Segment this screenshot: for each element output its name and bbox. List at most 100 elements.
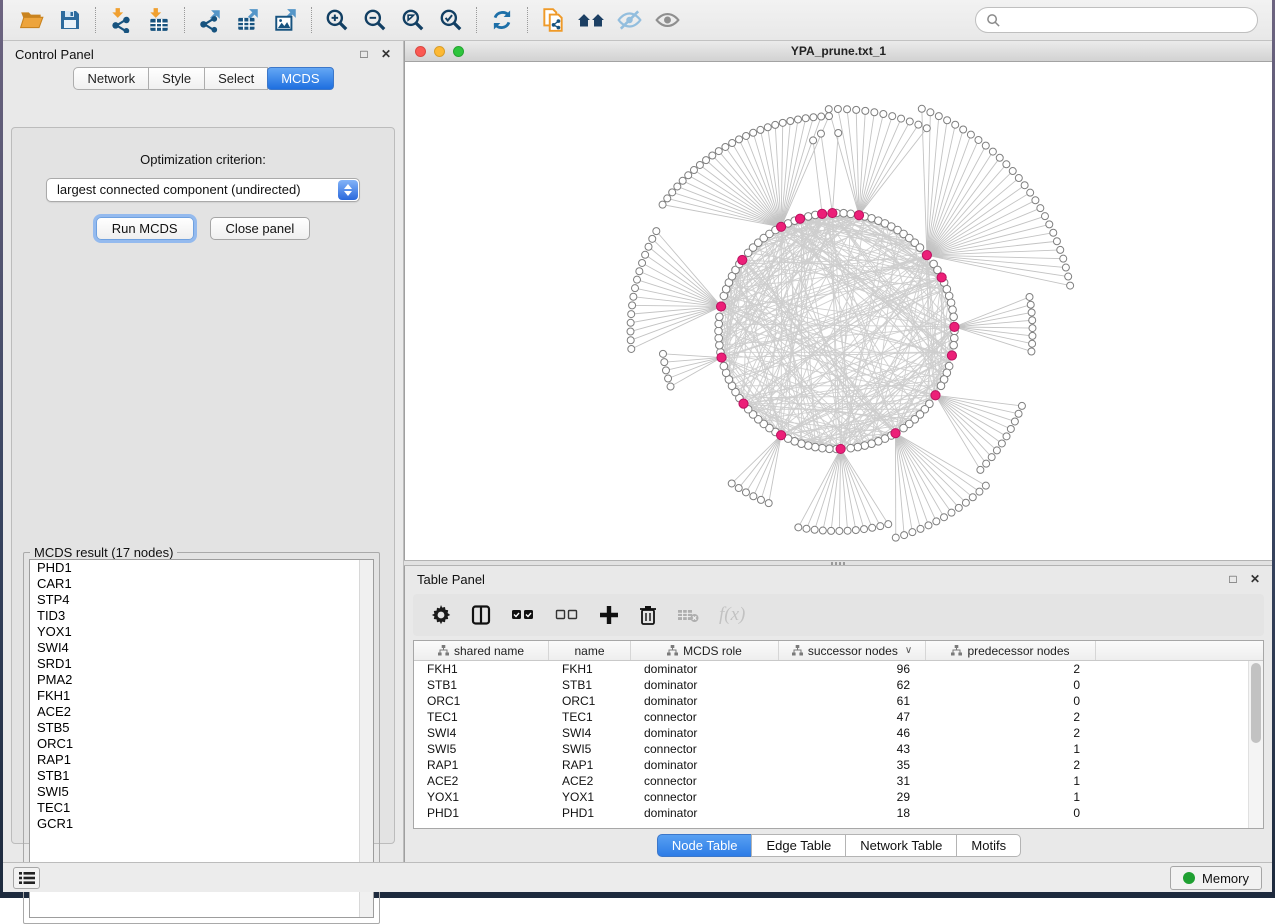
mcds-result-item[interactable]: TID3 — [30, 608, 373, 624]
function-builder-button[interactable]: f(x) — [719, 602, 745, 628]
table-row[interactable]: STB1STB1dominator620 — [414, 677, 1263, 693]
close-table-panel-icon[interactable]: ✕ — [1248, 572, 1262, 586]
tab-network[interactable]: Network — [73, 67, 149, 90]
table-scrollbar[interactable] — [1248, 661, 1263, 828]
delete-table-icon — [677, 605, 699, 625]
table-scrollbar-thumb[interactable] — [1251, 663, 1261, 743]
export-table-button[interactable] — [229, 4, 267, 36]
table-row[interactable]: YOX1YOX1connector291 — [414, 789, 1263, 805]
save-session-button[interactable] — [51, 4, 89, 36]
mcds-result-item[interactable]: GCR1 — [30, 816, 373, 832]
memory-button[interactable]: Memory — [1170, 866, 1262, 890]
settings-gear-button[interactable] — [431, 602, 451, 628]
criterion-select[interactable]: largest connected component (undirected) — [46, 178, 360, 202]
network-canvas[interactable] — [405, 62, 1272, 560]
mcds-tab-content: Optimization criterion: largest connecte… — [11, 127, 395, 844]
mcds-result-item[interactable]: TEC1 — [30, 800, 373, 816]
zoom-out-button[interactable] — [356, 4, 394, 36]
tab-node-table[interactable]: Node Table — [657, 834, 753, 857]
add-column-button[interactable] — [599, 602, 619, 628]
open-file-button[interactable] — [13, 4, 51, 36]
mcds-result-item[interactable]: PMA2 — [30, 672, 373, 688]
column-header-name[interactable]: name — [549, 641, 631, 660]
cell-successor-nodes: 29 — [779, 789, 926, 805]
search-input[interactable] — [1007, 13, 1247, 28]
export-network-button[interactable] — [191, 4, 229, 36]
close-panel-icon[interactable]: ✕ — [379, 47, 393, 61]
duplicate-network-button[interactable] — [534, 4, 572, 36]
mcds-result-item[interactable]: FKH1 — [30, 688, 373, 704]
mcds-result-item[interactable]: SWI4 — [30, 640, 373, 656]
show-all-button[interactable] — [648, 4, 686, 36]
table-row[interactable]: FKH1FKH1dominator962 — [414, 661, 1263, 677]
tab-style[interactable]: Style — [148, 67, 205, 90]
hide-selected-button[interactable] — [610, 4, 648, 36]
zoom-fit-button[interactable] — [394, 4, 432, 36]
table-row[interactable]: TEC1TEC1connector472 — [414, 709, 1263, 725]
table-row[interactable]: SWI5SWI5connector431 — [414, 741, 1263, 757]
table-row[interactable]: ORC1ORC1dominator610 — [414, 693, 1263, 709]
zoom-selected-button[interactable] — [432, 4, 470, 36]
table-row[interactable]: PHD1PHD1dominator180 — [414, 805, 1263, 821]
cell-MCDS-role: dominator — [631, 661, 779, 677]
mcds-result-item[interactable]: CAR1 — [30, 576, 373, 592]
tab-edge-table[interactable]: Edge Table — [751, 834, 846, 857]
column-header-predecessor-nodes[interactable]: predecessor nodes — [926, 641, 1096, 660]
close-window-icon[interactable] — [415, 46, 426, 57]
mcds-result-item[interactable]: STP4 — [30, 592, 373, 608]
minimize-window-icon[interactable] — [434, 46, 445, 57]
mcds-result-item[interactable]: SRD1 — [30, 656, 373, 672]
show-columns-button[interactable] — [471, 602, 491, 628]
import-table-button[interactable] — [140, 4, 178, 36]
tab-motifs[interactable]: Motifs — [956, 834, 1021, 857]
maximize-window-icon[interactable] — [453, 46, 464, 57]
select-all-button[interactable] — [511, 602, 535, 628]
refresh-view-button[interactable] — [483, 4, 521, 36]
mcds-result-item[interactable]: RAP1 — [30, 752, 373, 768]
column-type-icon — [951, 645, 962, 656]
column-header-successor-nodes[interactable]: successor nodes∨ — [779, 641, 926, 660]
float-panel-icon[interactable]: □ — [357, 47, 371, 61]
deselect-all-button[interactable] — [555, 602, 579, 628]
table-tabs: Node TableEdge TableNetwork TableMotifs — [405, 829, 1272, 861]
column-header-MCDS-role[interactable]: MCDS role — [631, 641, 779, 660]
cell-MCDS-role: connector — [631, 709, 779, 725]
mcds-result-item[interactable]: SWI5 — [30, 784, 373, 800]
delete-column-button[interactable] — [639, 602, 657, 628]
mcds-result-item[interactable]: ACE2 — [30, 704, 373, 720]
tab-network-table[interactable]: Network Table — [845, 834, 957, 857]
cell-successor-nodes: 43 — [779, 741, 926, 757]
delete-table-button[interactable] — [677, 602, 699, 628]
column-type-icon — [667, 645, 678, 656]
table-row[interactable]: SWI4SWI4dominator462 — [414, 725, 1263, 741]
table-row[interactable]: RAP1RAP1dominator352 — [414, 757, 1263, 773]
zoom-fit-icon — [400, 7, 426, 33]
close-panel-button[interactable]: Close panel — [210, 217, 311, 240]
run-mcds-button[interactable]: Run MCDS — [96, 217, 194, 240]
tab-mcds[interactable]: MCDS — [267, 67, 333, 90]
cell-name: ACE2 — [549, 773, 631, 789]
cell-MCDS-role: dominator — [631, 805, 779, 821]
cell-shared-name: ACE2 — [414, 773, 549, 789]
float-table-panel-icon[interactable]: □ — [1226, 572, 1240, 586]
search-field[interactable] — [975, 7, 1258, 33]
mcds-result-item[interactable]: STB1 — [30, 768, 373, 784]
task-history-button[interactable] — [13, 867, 40, 889]
horizontal-splitter[interactable] — [404, 560, 1272, 566]
mcds-result-item[interactable]: PHD1 — [30, 560, 373, 576]
table-row[interactable]: ACE2ACE2connector311 — [414, 773, 1263, 789]
first-neighbors-button[interactable] — [572, 4, 610, 36]
tab-select[interactable]: Select — [204, 67, 268, 90]
column-header-shared-name[interactable]: shared name — [414, 641, 549, 660]
cell-name: ORC1 — [549, 693, 631, 709]
network-window-titlebar[interactable]: YPA_prune.txt_1 — [405, 41, 1272, 62]
import-network-button[interactable] — [102, 4, 140, 36]
column-type-icon — [792, 645, 803, 656]
mcds-result-item[interactable]: STB5 — [30, 720, 373, 736]
mcds-result-item[interactable]: YOX1 — [30, 624, 373, 640]
export-image-button[interactable] — [267, 4, 305, 36]
zoom-in-button[interactable] — [318, 4, 356, 36]
network-graph[interactable] — [405, 62, 1272, 560]
cell-shared-name: PHD1 — [414, 805, 549, 821]
mcds-result-item[interactable]: ORC1 — [30, 736, 373, 752]
